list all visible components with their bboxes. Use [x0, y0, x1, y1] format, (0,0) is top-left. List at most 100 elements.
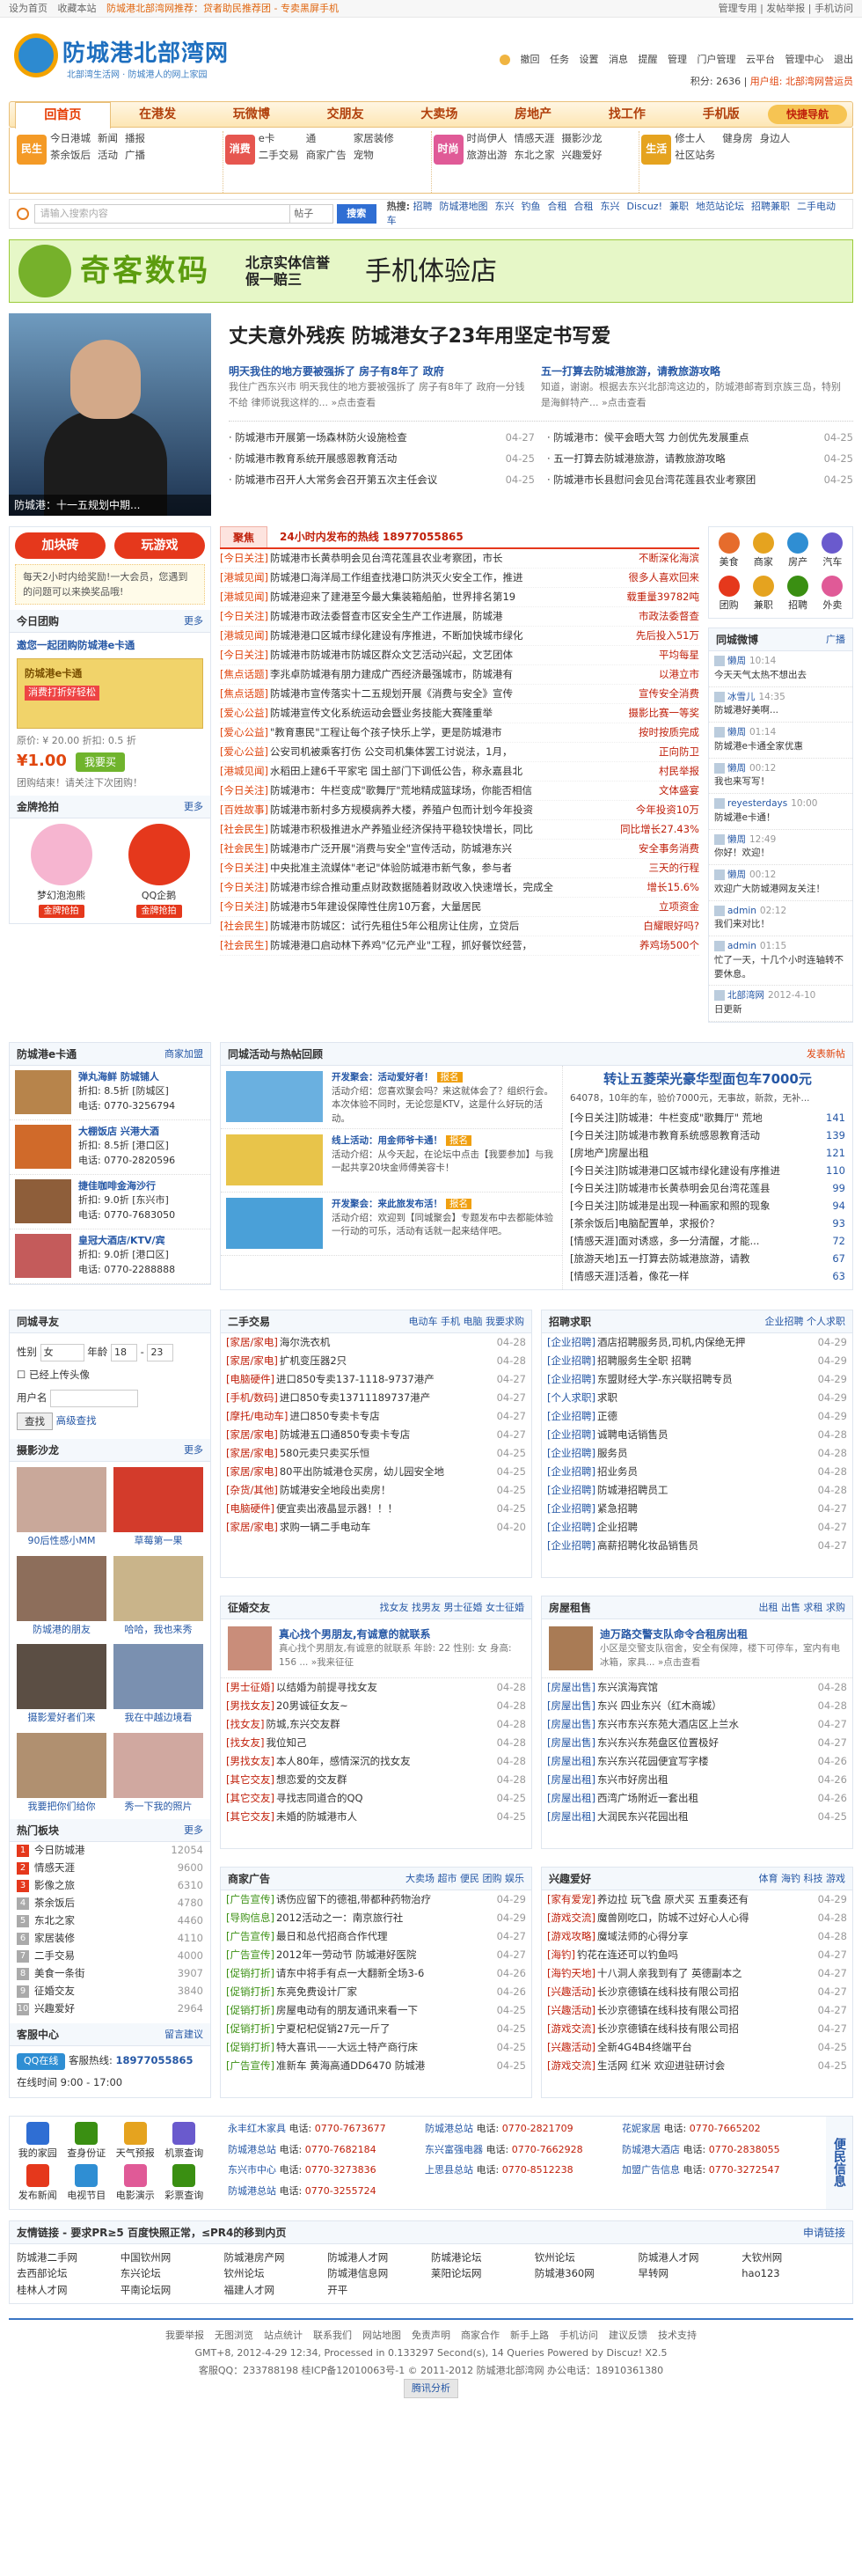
- subnav-link[interactable]: 兴趣爱好: [562, 148, 603, 163]
- focus-extra[interactable]: 文体盛宴: [659, 783, 699, 798]
- bear-image[interactable]: [30, 824, 92, 886]
- focus-title[interactable]: 防城港市综合推动重点财政数据随着财政收入快速增长，完成全: [270, 880, 641, 895]
- item-tag[interactable]: [企业招聘]: [547, 1335, 595, 1350]
- item-title[interactable]: 2012年一劳动节 防城港好医院: [276, 1948, 494, 1963]
- item-tag[interactable]: [杂货/其他]: [226, 1483, 278, 1498]
- user-group[interactable]: 用户组: 北部湾网营运员: [750, 76, 853, 87]
- weibo-item[interactable]: reyesterdays 10:00 防城港e卡通！: [709, 794, 852, 830]
- footer-link[interactable]: 新手上路: [510, 2330, 549, 2341]
- zhenghun-item[interactable]: [男士征婚] 以结婚为前提寻找女友 04-28: [221, 1678, 531, 1697]
- ershou-item[interactable]: [家居/家电] 求购一辆二手电动车 04-20: [221, 1518, 531, 1537]
- zhaopin-item[interactable]: [企业招聘] 东盟财经大学-东兴联招聘专员 04-29: [542, 1370, 852, 1389]
- zhenghun-item[interactable]: [其它交友] 想恋爱的交友群 04-28: [221, 1771, 531, 1789]
- footer-link[interactable]: 建议反馈: [609, 2330, 647, 2341]
- focus-extra[interactable]: 不断深化海滨: [639, 551, 699, 566]
- category-0[interactable]: 美食: [714, 532, 743, 570]
- user-link-messages[interactable]: 消息: [609, 54, 628, 65]
- item-title[interactable]: 寻找志同道合的QQ: [276, 1791, 494, 1806]
- focus-extra[interactable]: 立项资金: [659, 899, 699, 914]
- weibo-item[interactable]: 懒周 12:49 你好！欢迎！: [709, 830, 852, 865]
- hot-post[interactable]: [房地产]房屋出租 121: [570, 1145, 845, 1163]
- phone-item[interactable]: 加盟广告信息 电话: 0770-3272547: [622, 2163, 810, 2183]
- subnav-link[interactable]: 旅游出游: [467, 148, 508, 163]
- mobile-info-tab[interactable]: 便民信息: [826, 2116, 852, 2209]
- hot-search-term[interactable]: 兼职: [669, 201, 689, 212]
- item-tag[interactable]: [广告宣传]: [226, 2059, 274, 2073]
- friend-link[interactable]: 莱阳论坛网: [431, 2265, 535, 2281]
- focus-tag[interactable]: [焦点话题]: [220, 686, 268, 701]
- friend-link[interactable]: 平南论坛网: [121, 2282, 224, 2298]
- focus-tag[interactable]: [今日关注]: [220, 551, 268, 566]
- feature-title[interactable]: 真心找个男朋友,有诚意的就联系: [279, 1628, 431, 1640]
- focus-tag[interactable]: [今日关注]: [220, 880, 268, 895]
- focus-item[interactable]: [今日关注] 防城港市长黄恭明会见台湾花莲县农业考察团，市长 不断深化海滨: [220, 549, 699, 569]
- focus-title[interactable]: 防城港市广泛开展"消费与安全"宣传活动，防城港东兴: [270, 841, 633, 856]
- focus-tag[interactable]: [港城见闻]: [220, 570, 268, 585]
- ad-banner[interactable]: 奇客数码 北京实体信誉 假一赔三 手机体验店: [9, 239, 853, 303]
- friend-link[interactable]: 防城港论坛: [431, 2249, 535, 2265]
- fang-item[interactable]: [房屋出租] 西湾广场附近一套出租 04-26: [542, 1789, 852, 1808]
- phone-name[interactable]: 加盟广告信息: [622, 2164, 680, 2176]
- groupbuy-card-image[interactable]: 防城港e卡通 消费打折好轻松: [17, 658, 203, 730]
- item-title[interactable]: 特大喜讯——大远土特产商行床: [276, 2040, 494, 2055]
- item-title[interactable]: 生活网 红米 欢迎进驻研讨会: [597, 2059, 815, 2073]
- news-title[interactable]: · 防城港市开展第一场森林防火设施检查: [229, 430, 496, 445]
- item-tag[interactable]: [家居/家电]: [226, 1354, 278, 1369]
- item-title[interactable]: 东兴东兴花园便宜写字楼: [597, 1754, 815, 1769]
- service-3[interactable]: 机票查询: [162, 2121, 208, 2161]
- feedback-link[interactable]: 留言建议: [164, 2023, 203, 2045]
- item-tag[interactable]: [房屋出售]: [547, 1699, 595, 1714]
- ershou-item[interactable]: [家居/家电] 580元卖只卖买乐恒 04-25: [221, 1444, 531, 1463]
- item-tag[interactable]: [海钓]: [547, 1948, 575, 1963]
- photo-item[interactable]: 哈哈，我也来秀: [113, 1555, 203, 1638]
- item-title[interactable]: 招业务员: [597, 1464, 815, 1479]
- item-title[interactable]: 酒店招聘服务员,司机,内保绝无押: [597, 1335, 815, 1350]
- photo-caption[interactable]: 防城港的朋友: [33, 1624, 91, 1635]
- category-6[interactable]: 招聘: [784, 575, 813, 613]
- news-item[interactable]: · 五一打算去防城港旅游，请教旅游攻略 04-25: [547, 448, 853, 469]
- nav-friends[interactable]: 交朋友: [298, 106, 392, 124]
- hot-search-term[interactable]: 合租: [548, 201, 567, 212]
- ershou-tab[interactable]: 电动车: [409, 1316, 442, 1327]
- subnav-2-icon[interactable]: 时尚: [433, 135, 464, 165]
- hot-board-item[interactable]: 6 家居装修 4110: [10, 1930, 210, 1948]
- user-link-portal[interactable]: 门户管理: [698, 54, 736, 65]
- xingqu-item[interactable]: [海钓] 钓花在连还可以钓鱼吗 04-27: [542, 1946, 852, 1964]
- photo-item[interactable]: 秀一下我的照片: [113, 1732, 203, 1815]
- hot-board-item[interactable]: 10 兴趣爱好 2964: [10, 2000, 210, 2018]
- item-title[interactable]: 高薪招聘化妆品销售员: [597, 1538, 815, 1553]
- item-tag[interactable]: [房屋出租]: [547, 1772, 595, 1787]
- board-name[interactable]: 影像之旅: [34, 1878, 178, 1893]
- item-tag[interactable]: [海钓天地]: [547, 1966, 595, 1981]
- merchant-photo[interactable]: [15, 1124, 71, 1169]
- subnav-link[interactable]: 商家广告: [306, 148, 347, 163]
- friend-link[interactable]: 中国钦州网: [121, 2249, 224, 2265]
- item-title[interactable]: 正德: [597, 1409, 815, 1424]
- merchant-item[interactable]: 弹丸海鲜 防城铺人 折扣: 8.5折 [防城区] 电话: 0770-3256794: [10, 1066, 210, 1120]
- ershou-item[interactable]: [电脑硬件] 进口850专卖137-1118-9737港产 04-27: [221, 1370, 531, 1389]
- xingqu-tab[interactable]: 海钓: [781, 1873, 804, 1884]
- focus-item[interactable]: [爱心公益] 防城港宣传文化系统运动会暨业务技能大赛隆重举 摄影比赛一等奖: [220, 704, 699, 723]
- news-title[interactable]: · 防城港市：侯平会晤大驾 力创优先发展重点: [547, 430, 815, 445]
- ershou-item[interactable]: [家居/家电] 扩机变压器2只 04-28: [221, 1352, 531, 1370]
- news-title[interactable]: · 防城港市教育系统开展感恩教育活动: [229, 451, 496, 466]
- hot-post[interactable]: [今日关注]防城港：牛栏变成"歌舞厅" 荒地 141: [570, 1110, 845, 1127]
- analytics-badge[interactable]: 腾讯分析: [404, 2379, 458, 2399]
- focus-extra[interactable]: 村民举报: [659, 764, 699, 779]
- focus-tag[interactable]: [今日关注]: [220, 861, 268, 876]
- zhaopin-item[interactable]: [企业招聘] 诚聘电话销售员 04-28: [542, 1426, 852, 1444]
- focus-tag[interactable]: [港城见闻]: [220, 628, 268, 643]
- item-tag[interactable]: [兴趣活动]: [547, 2040, 595, 2055]
- hot-board-item[interactable]: 4 茶余饭后 4780: [10, 1895, 210, 1912]
- item-tag[interactable]: [房屋出售]: [547, 1717, 595, 1732]
- item-tag[interactable]: [找女友]: [226, 1736, 264, 1750]
- search-button[interactable]: 搜索: [336, 204, 376, 224]
- nav-jobs[interactable]: 找工作: [581, 106, 675, 124]
- phone-item[interactable]: 防城港总站 电话: 0770-2821709: [425, 2122, 613, 2141]
- focus-item[interactable]: [港城见闻] 水稻田上建6千平家宅 国土部门下调低公告，称永嘉县北 村民举报: [220, 762, 699, 782]
- apply-link[interactable]: 申请链接: [803, 2221, 845, 2243]
- phone-name[interactable]: 防城港总站: [228, 2144, 276, 2155]
- nav-market[interactable]: 大卖场: [392, 106, 486, 124]
- item-tag[interactable]: [导购信息]: [226, 1911, 274, 1926]
- item-title[interactable]: 宁夏杞杞促销27元一斤了: [276, 2022, 494, 2037]
